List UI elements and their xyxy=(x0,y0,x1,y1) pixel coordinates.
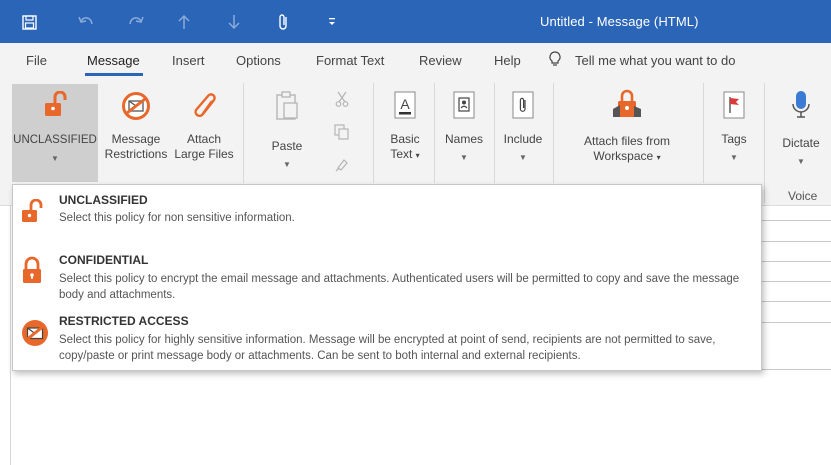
microphone-icon xyxy=(772,89,830,129)
classification-dropdown: UNCLASSIFIED Select this policy for non … xyxy=(12,184,762,371)
active-tab-indicator xyxy=(85,73,143,76)
include-label: Include xyxy=(503,132,543,146)
option-title: UNCLASSIFIED xyxy=(59,193,148,207)
option-description: Select this policy to encrypt the email … xyxy=(59,273,740,301)
menu-bar: File Message Insert Options Format Text … xyxy=(0,43,831,77)
voice-group-label: Voice xyxy=(788,189,818,203)
option-unclassified[interactable]: UNCLASSIFIED Select this policy for non … xyxy=(13,185,761,245)
copy-icon xyxy=(331,124,353,144)
unclassified-label: UNCLASSIFIED xyxy=(13,134,97,146)
font-color-icon: A xyxy=(382,91,428,125)
field-divider xyxy=(760,220,831,221)
message-restrictions-button[interactable]: Message Restrictions xyxy=(100,91,172,162)
message-restrictions-label-2: Restrictions xyxy=(104,147,168,161)
attach-large-files-label-2: Large Files xyxy=(174,147,234,161)
chevron-down-icon: ▼ xyxy=(519,153,527,162)
field-divider xyxy=(760,281,831,282)
lightbulb-icon xyxy=(549,51,561,70)
field-divider xyxy=(760,322,831,323)
attach-large-files-button[interactable]: Attach Large Files xyxy=(172,91,236,162)
restricted-envelope-icon xyxy=(100,91,172,125)
option-restricted-access[interactable]: RESTRICTED ACCESS Select this policy for… xyxy=(13,307,761,369)
ribbon-separator xyxy=(243,83,244,183)
unlocked-padlock-icon xyxy=(19,198,45,230)
attach-large-files-label-1: Attach xyxy=(186,132,222,146)
option-description: Select this policy for non sensitive inf… xyxy=(59,212,295,224)
ribbon-separator xyxy=(553,83,554,183)
basic-text-label-2: Text ▾ xyxy=(390,147,420,161)
attach-file-icon xyxy=(499,91,547,125)
field-divider xyxy=(760,261,831,262)
dictate-button[interactable]: Dictate ▼ xyxy=(772,89,830,169)
unclassified-button[interactable]: UNCLASSIFIED ▼ xyxy=(12,90,98,166)
compose-left-border xyxy=(10,205,11,465)
ribbon-separator xyxy=(764,83,765,203)
ribbon-separator xyxy=(703,83,704,183)
scissors-icon xyxy=(331,91,353,111)
option-title: CONFIDENTIAL xyxy=(59,253,149,267)
paste-label: Paste xyxy=(271,139,303,153)
chevron-down-icon: ▼ xyxy=(730,153,738,162)
up-arrow-icon[interactable] xyxy=(178,13,190,31)
ribbon-separator xyxy=(494,83,495,183)
basic-text-button[interactable]: A Basic Text ▾ xyxy=(382,91,428,163)
tags-label: Tags xyxy=(721,132,747,146)
menu-format-text[interactable]: Format Text xyxy=(316,53,384,68)
format-painter-button[interactable] xyxy=(331,156,353,176)
ribbon-separator xyxy=(373,83,374,183)
tell-me-search[interactable]: Tell me what you want to do xyxy=(575,53,735,68)
format-painter-icon xyxy=(331,156,353,176)
tags-button[interactable]: Tags ▼ xyxy=(711,91,757,165)
title-bar: Untitled - Message (HTML) xyxy=(0,0,831,43)
undo-icon[interactable] xyxy=(78,13,94,31)
attach-workspace-label-1: Attach files from xyxy=(583,134,671,148)
option-description: Select this policy for highly sensitive … xyxy=(59,334,716,362)
clipboard-icon xyxy=(262,91,312,125)
redo-icon[interactable] xyxy=(128,13,144,31)
chevron-down-icon: ▼ xyxy=(460,153,468,162)
paste-button[interactable]: Paste ▼ xyxy=(262,91,312,172)
include-button[interactable]: Include ▼ xyxy=(499,91,547,165)
orange-paperclip-icon xyxy=(172,91,236,125)
quick-access-menu-icon[interactable] xyxy=(327,13,337,31)
paperclip-icon[interactable] xyxy=(278,13,290,31)
copy-button[interactable] xyxy=(331,124,353,144)
unlocked-padlock-icon xyxy=(12,90,98,123)
svg-text:A: A xyxy=(400,96,410,112)
option-confidential[interactable]: CONFIDENTIAL Select this policy to encry… xyxy=(13,245,761,307)
names-button[interactable]: Names ▼ xyxy=(440,91,488,165)
menu-review[interactable]: Review xyxy=(419,53,462,68)
save-icon[interactable] xyxy=(22,13,37,31)
message-restrictions-label-1: Message xyxy=(111,132,161,146)
address-book-icon xyxy=(440,91,488,125)
attach-files-from-workspace-button[interactable]: Attach files from Workspace ▾ xyxy=(570,87,684,165)
menu-message[interactable]: Message xyxy=(87,53,140,68)
chevron-down-icon: ▼ xyxy=(797,157,805,166)
field-divider xyxy=(760,241,831,242)
field-divider xyxy=(760,301,831,302)
flag-icon xyxy=(711,91,757,125)
workspace-lock-icon xyxy=(570,87,684,125)
locked-padlock-icon xyxy=(19,256,45,291)
ribbon-separator xyxy=(434,83,435,183)
menu-help[interactable]: Help xyxy=(494,53,521,68)
option-title: RESTRICTED ACCESS xyxy=(59,314,189,328)
names-label: Names xyxy=(444,132,483,146)
menu-options[interactable]: Options xyxy=(236,53,281,68)
restricted-envelope-icon xyxy=(19,317,51,354)
menu-insert[interactable]: Insert xyxy=(172,53,205,68)
chevron-down-icon: ▼ xyxy=(51,154,59,163)
down-arrow-icon[interactable] xyxy=(228,13,240,31)
attach-workspace-label-2: Workspace ▾ xyxy=(593,149,661,163)
menu-file[interactable]: File xyxy=(26,53,47,68)
window-title: Untitled - Message (HTML) xyxy=(540,14,699,29)
cut-button[interactable] xyxy=(331,91,353,111)
dictate-label: Dictate xyxy=(782,136,820,150)
chevron-down-icon: ▼ xyxy=(283,160,291,169)
basic-text-label-1: Basic xyxy=(390,132,420,146)
